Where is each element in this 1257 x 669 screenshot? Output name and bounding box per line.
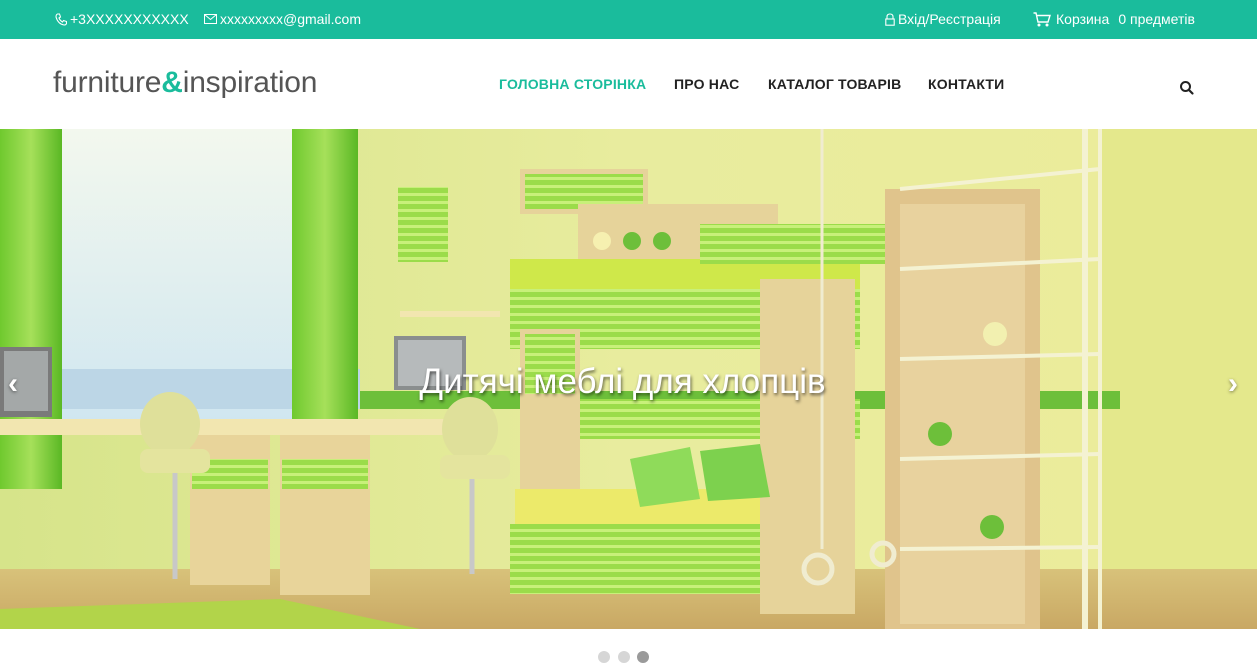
- nav-contacts[interactable]: КОНТАКТИ: [928, 76, 1004, 92]
- cart-link[interactable]: Корзина 0 предметів: [1033, 11, 1195, 27]
- email-address: xxxxxxxxx@gmail.com: [220, 11, 362, 27]
- phone-number: +3XXXXXXXXXXX: [70, 11, 189, 27]
- hero-slider: ‹ Дитячі меблі для хлопців ›: [0, 129, 1257, 629]
- slider-dot-3[interactable]: [637, 651, 649, 663]
- search-button[interactable]: [1178, 79, 1196, 97]
- logo-ampersand: &: [161, 66, 183, 99]
- site-logo[interactable]: furniture&inspiration: [53, 66, 317, 100]
- nav-home[interactable]: ГОЛОВНА СТОРІНКА: [499, 76, 646, 92]
- slider-dot-2[interactable]: [618, 651, 630, 663]
- login-link[interactable]: Вхід/Реєстрація: [885, 11, 1001, 27]
- logo-text-part1: furniture: [53, 66, 162, 99]
- slider-next-button[interactable]: ›: [1228, 369, 1238, 399]
- nav-catalog[interactable]: КАТАЛОГ ТОВАРІВ: [768, 76, 901, 92]
- site-header: furniture&inspiration ГОЛОВНА СТОРІНКА П…: [0, 39, 1257, 129]
- cart-count: 0 предметів: [1118, 11, 1195, 27]
- lock-icon: [885, 12, 895, 26]
- email-contact[interactable]: xxxxxxxxx@gmail.com: [204, 11, 361, 27]
- logo-text-part2: inspiration: [182, 66, 318, 99]
- phone-icon: [55, 12, 67, 26]
- top-bar: +3XXXXXXXXXXX xxxxxxxxx@gmail.com Вхід/Р…: [0, 0, 1257, 39]
- slider-dot-1[interactable]: [598, 651, 610, 663]
- phone-contact[interactable]: +3XXXXXXXXXXX: [55, 11, 189, 27]
- cart-label: Корзина: [1056, 11, 1110, 27]
- slide-caption: Дитячі меблі для хлопців: [419, 362, 826, 401]
- mail-icon: [204, 14, 217, 24]
- slider-pagination: [0, 651, 1257, 665]
- nav-about[interactable]: ПРО НАС: [674, 76, 739, 92]
- search-icon: [1178, 81, 1196, 101]
- login-label: Вхід/Реєстрація: [898, 11, 1001, 27]
- cart-icon: [1033, 11, 1051, 27]
